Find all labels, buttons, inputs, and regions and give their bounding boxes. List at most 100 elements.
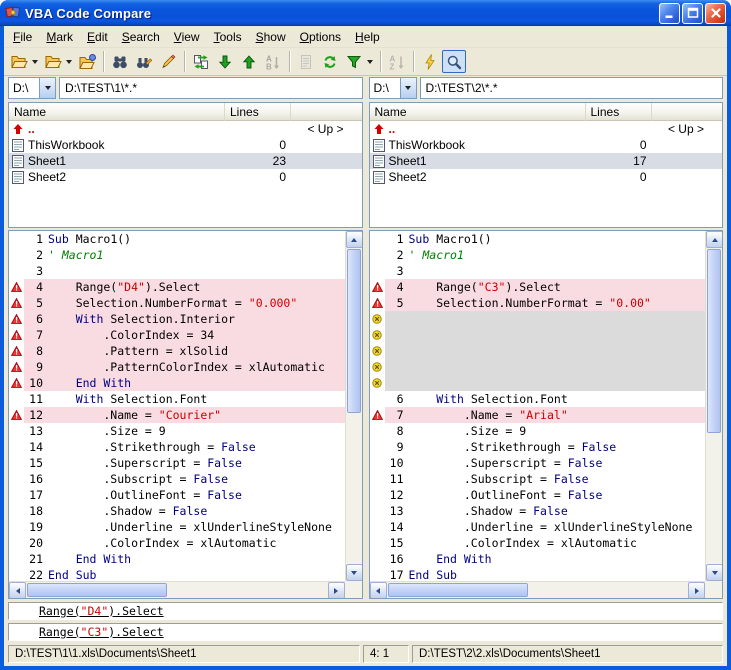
compare-files-button[interactable]: [189, 50, 213, 73]
code-line[interactable]: 17End Sub: [370, 567, 706, 581]
code-line[interactable]: 13 .Size = 9: [9, 423, 345, 439]
filter-funnel-button[interactable]: [342, 50, 366, 73]
code-line[interactable]: 16 .Subscript = False: [9, 471, 345, 487]
binoculars-button[interactable]: [108, 50, 132, 73]
code-line[interactable]: 21 End With: [9, 551, 345, 567]
scroll-up-button[interactable]: [346, 231, 363, 248]
code-line[interactable]: 9 .Strikethrough = False: [370, 439, 706, 455]
file-row-thisworkbook[interactable]: ThisWorkbook0: [370, 137, 723, 153]
scrollbar-thumb[interactable]: [388, 583, 528, 597]
code-line[interactable]: 10 End With: [9, 375, 345, 391]
menu-search[interactable]: Search: [115, 27, 167, 47]
lightning-button[interactable]: [418, 50, 442, 73]
code-line[interactable]: 18 .Shadow = False: [9, 503, 345, 519]
file-row-up[interactable]: ..< Up >: [370, 121, 723, 137]
left-drive-combo[interactable]: D:\: [8, 77, 56, 99]
right-drive-dropdown-button[interactable]: [400, 78, 416, 98]
scroll-down-button[interactable]: [706, 564, 723, 581]
menu-help[interactable]: Help: [348, 27, 387, 47]
file-row-sheet2[interactable]: Sheet20: [370, 169, 723, 185]
scroll-left-button[interactable]: [370, 582, 387, 599]
lines-column-header[interactable]: Lines: [225, 103, 291, 121]
code-line[interactable]: 8 .Pattern = xlSolid: [9, 343, 345, 359]
scroll-up-button[interactable]: [706, 231, 723, 248]
code-line[interactable]: 10 .Superscript = False: [370, 455, 706, 471]
code-line[interactable]: 14 .Underline = xlUnderlineStyleNone: [370, 519, 706, 535]
code-line[interactable]: 17 .OutlineFont = False: [9, 487, 345, 503]
code-line[interactable]: 4 Range("C3").Select: [370, 279, 706, 295]
file-row-sheet1[interactable]: Sheet123: [9, 153, 362, 169]
code-line[interactable]: 2' Macro1: [9, 247, 345, 263]
code-line[interactable]: [370, 359, 706, 375]
next-difference-button[interactable]: [213, 50, 237, 73]
code-line[interactable]: 13 .Shadow = False: [370, 503, 706, 519]
open-right-folder-button[interactable]: [41, 50, 65, 73]
previous-difference-button[interactable]: [237, 50, 261, 73]
open-left-folder-dropdown-button[interactable]: [30, 50, 40, 73]
code-line[interactable]: 6 With Selection.Font: [370, 391, 706, 407]
file-row-sheet2[interactable]: Sheet20: [9, 169, 362, 185]
scrollbar-thumb[interactable]: [27, 583, 167, 597]
code-line[interactable]: 8 .Size = 9: [370, 423, 706, 439]
code-line[interactable]: 4 Range("D4").Select: [9, 279, 345, 295]
ab-order-button[interactable]: AB: [261, 50, 285, 73]
code-line[interactable]: 5 Selection.NumberFormat = "0.00": [370, 295, 706, 311]
maximize-button[interactable]: [682, 3, 703, 24]
code-line[interactable]: 20 .ColorIndex = xlAutomatic: [9, 535, 345, 551]
code-line[interactable]: 16 End With: [370, 551, 706, 567]
menu-tools[interactable]: Tools: [207, 27, 249, 47]
left-path-field[interactable]: D:\TEST\1\*.*: [59, 77, 363, 99]
scroll-right-button[interactable]: [328, 582, 345, 599]
menu-mark[interactable]: Mark: [39, 27, 80, 47]
code-line[interactable]: 5 Selection.NumberFormat = "0.000": [9, 295, 345, 311]
code-line[interactable]: 1Sub Macro1(): [370, 231, 706, 247]
diff-preview-row[interactable]: Range("C3").Select: [8, 623, 723, 641]
scroll-left-button[interactable]: [9, 582, 26, 599]
right-vertical-scrollbar[interactable]: [705, 231, 722, 581]
lines-column-header[interactable]: Lines: [586, 103, 652, 121]
folder-new-button[interactable]: [75, 50, 99, 73]
menu-show[interactable]: Show: [249, 27, 293, 47]
scroll-right-button[interactable]: [688, 582, 705, 599]
code-line[interactable]: 1Sub Macro1(): [9, 231, 345, 247]
code-line[interactable]: [370, 311, 706, 327]
code-line[interactable]: 3: [9, 263, 345, 279]
code-line[interactable]: [370, 343, 706, 359]
scrollbar-thumb[interactable]: [707, 249, 721, 433]
menu-edit[interactable]: Edit: [80, 27, 115, 47]
code-line[interactable]: 11 .Subscript = False: [370, 471, 706, 487]
left-drive-dropdown-button[interactable]: [39, 78, 55, 98]
file-row-thisworkbook[interactable]: ThisWorkbook0: [9, 137, 362, 153]
magnifier-button[interactable]: [442, 50, 466, 73]
code-line[interactable]: 3: [370, 263, 706, 279]
code-line[interactable]: 19 .Underline = xlUnderlineStyleNone: [9, 519, 345, 535]
open-left-folder-button[interactable]: [7, 50, 31, 73]
sort-az-button[interactable]: AZ: [385, 50, 409, 73]
code-line[interactable]: 2' Macro1: [370, 247, 706, 263]
diff-preview-row[interactable]: Range("D4").Select: [8, 602, 723, 620]
code-line[interactable]: [370, 327, 706, 343]
left-vertical-scrollbar[interactable]: [345, 231, 362, 581]
file-row-sheet1[interactable]: Sheet117: [370, 153, 723, 169]
name-column-header[interactable]: Name: [9, 103, 225, 121]
menu-options[interactable]: Options: [293, 27, 348, 47]
menu-file[interactable]: File: [6, 27, 39, 47]
code-line[interactable]: [370, 375, 706, 391]
code-line[interactable]: 12 .OutlineFont = False: [370, 487, 706, 503]
right-path-field[interactable]: D:\TEST\2\*.*: [420, 77, 724, 99]
pencil-button[interactable]: [156, 50, 180, 73]
refresh-button[interactable]: [318, 50, 342, 73]
code-line[interactable]: 15 .ColorIndex = xlAutomatic: [370, 535, 706, 551]
code-line[interactable]: 7 .ColorIndex = 34: [9, 327, 345, 343]
name-column-header[interactable]: Name: [370, 103, 586, 121]
right-horizontal-scrollbar[interactable]: [370, 581, 706, 598]
title-bar[interactable]: VBA Code Compare: [0, 0, 731, 26]
close-button[interactable]: [705, 3, 726, 24]
code-line[interactable]: 9 .PatternColorIndex = xlAutomatic: [9, 359, 345, 375]
minimize-button[interactable]: [659, 3, 680, 24]
binoculars-edit-button[interactable]: [132, 50, 156, 73]
code-line[interactable]: 11 With Selection.Font: [9, 391, 345, 407]
code-line[interactable]: 7 .Name = "Arial": [370, 407, 706, 423]
left-horizontal-scrollbar[interactable]: [9, 581, 345, 598]
code-line[interactable]: 15 .Superscript = False: [9, 455, 345, 471]
